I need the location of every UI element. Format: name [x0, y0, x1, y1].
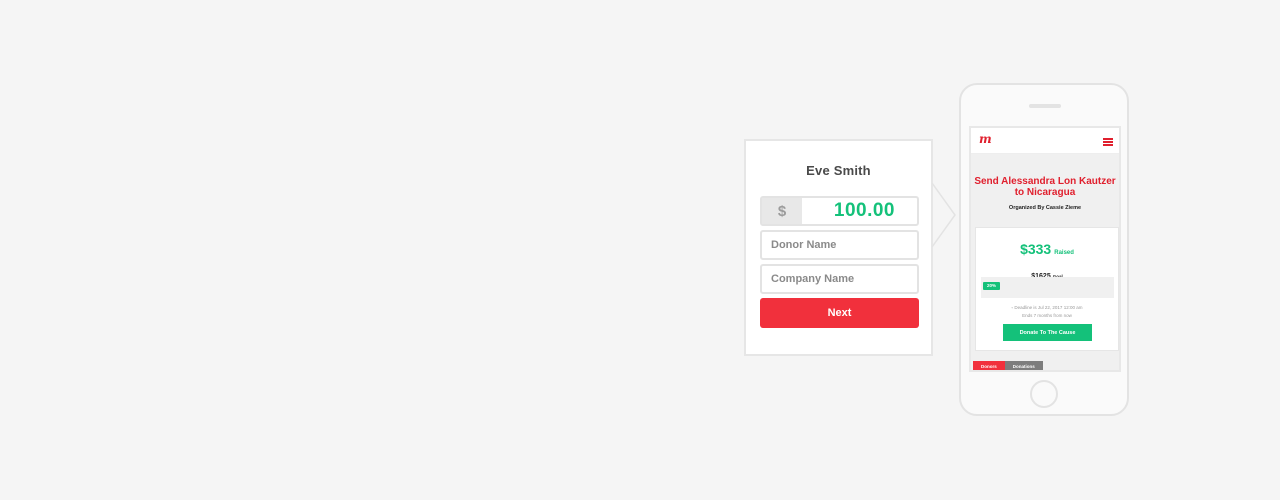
progress-bar [981, 277, 1114, 298]
tab-donors[interactable]: Donors [973, 361, 1005, 370]
tab-donations[interactable]: Donations [1004, 361, 1043, 370]
next-button[interactable]: Next [760, 298, 919, 328]
app-logo[interactable]: m [979, 132, 992, 146]
progress-badge: 20% [983, 282, 1001, 290]
campaign-stats-card: $333Raised $1625Goal 20% ▫ Deadline is J… [975, 227, 1119, 351]
raised-amount: $333 [1020, 241, 1052, 257]
donate-button[interactable]: Donate To The Cause [1003, 324, 1092, 341]
phone-screen: m Send Alessandra Lon Kautzer to Nicarag… [969, 126, 1121, 372]
campaign-title: Send Alessandra Lon Kautzer to Nicaragua [974, 176, 1116, 198]
form-title: Eve Smith [806, 163, 871, 178]
campaign-deadline: ▫ Deadline is Jul 22, 2017 12:00 am [1011, 305, 1083, 310]
campaign-ends: Ends 7 months from now [1022, 313, 1072, 318]
raised-label: Raised [1054, 250, 1074, 256]
amount-field[interactable]: $ 100.00 [760, 196, 919, 226]
company-name-input[interactable]: Company Name [760, 264, 919, 294]
connector-arrow [932, 183, 956, 247]
hamburger-menu-icon[interactable] [1103, 138, 1113, 147]
donor-name-input[interactable]: Donor Name [760, 230, 919, 260]
app-header: m [971, 128, 1119, 154]
phone-home-button [1030, 380, 1058, 408]
phone-mockup: m Send Alessandra Lon Kautzer to Nicarag… [959, 83, 1129, 416]
amount-value[interactable]: 100.00 [802, 198, 917, 224]
phone-speaker [1029, 104, 1061, 108]
tab-bar: Donors Donations [973, 361, 1043, 370]
currency-symbol: $ [762, 198, 802, 224]
campaign-organizer: Organized By Cassie Zieme [1008, 205, 1082, 211]
donation-form-card: Eve Smith $ 100.00 Donor Name Company Na… [744, 139, 933, 356]
